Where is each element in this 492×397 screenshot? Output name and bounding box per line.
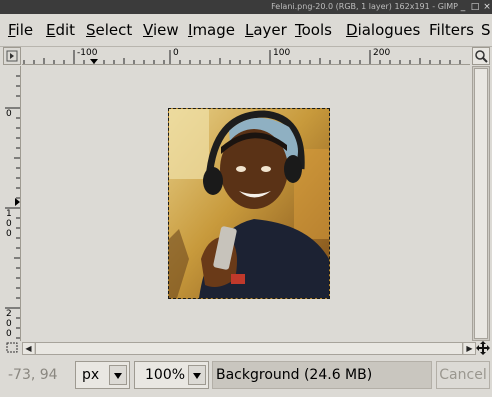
statusbar: -73, 94 px 100% Background (24.6 MB) Can…: [0, 357, 492, 397]
menu-mnemonic: T: [295, 21, 302, 39]
menu-label: ile: [15, 21, 34, 39]
ruler-label: 0: [6, 319, 12, 329]
menu-label: ayer: [253, 21, 287, 39]
maximize-button[interactable]: □: [470, 0, 480, 14]
ruler-ticks: [5, 75, 20, 339]
layer-info: Background (24.6 MB): [212, 361, 432, 389]
zoom-icon: [475, 50, 488, 63]
menu-mnemonic: V: [143, 21, 153, 39]
menu-edit[interactable]: Edit: [46, 21, 75, 39]
window-title: Felani.png-20.0 (RGB, 1 layer) 162x191 -…: [271, 2, 458, 11]
image-menu-button[interactable]: [3, 47, 21, 65]
ruler-label: 200: [373, 48, 391, 58]
menu-mnemonic: F: [8, 21, 16, 39]
zoom-value: 100%: [145, 367, 186, 383]
ruler-label: 0: [6, 219, 12, 229]
ruler-label: 2: [6, 309, 12, 319]
horizontal-scroll-thumb[interactable]: [35, 343, 463, 354]
vertical-scrollbar[interactable]: [472, 66, 490, 341]
vertical-scroll-thumb[interactable]: [474, 68, 488, 339]
menu-dialogues[interactable]: Dialogues: [346, 21, 420, 39]
menu-overflow[interactable]: S: [481, 21, 491, 39]
ruler-label: 100: [273, 48, 291, 58]
zoom-selector[interactable]: 100%: [134, 361, 209, 389]
menu-label: ialogues: [357, 21, 421, 39]
scroll-right-button[interactable]: ▶: [464, 343, 475, 354]
menu-label: iew: [152, 21, 179, 39]
menu-label: mage: [192, 21, 235, 39]
close-button[interactable]: ×: [482, 0, 492, 14]
navigate-button[interactable]: [476, 341, 490, 356]
portrait-photo: [169, 109, 329, 298]
menu-label: dit: [55, 21, 76, 39]
menu-file[interactable]: File: [8, 21, 33, 39]
layer-info-text: Background (24.6 MB): [216, 367, 373, 383]
menu-label: elect: [95, 21, 133, 39]
menu-arrow-icon: [6, 50, 18, 62]
ruler-label: 1: [6, 209, 12, 219]
menu-image[interactable]: Image: [188, 21, 235, 39]
menu-filters[interactable]: Filters: [429, 21, 474, 39]
menu-label: Filters: [429, 21, 474, 39]
horizontal-scrollbar[interactable]: ◀ ▶: [22, 342, 476, 355]
menu-label: S: [481, 21, 491, 39]
zoom-image-button[interactable]: [472, 47, 490, 65]
menubar: File Edit Select View Image Layer Tools …: [0, 14, 492, 47]
minimize-button[interactable]: _: [458, 0, 468, 14]
menu-label: ools: [301, 21, 332, 39]
unit-selector[interactable]: px: [75, 361, 130, 389]
navigate-icon: [476, 341, 490, 355]
ruler-label: 0: [6, 229, 12, 239]
chevron-down-icon[interactable]: [109, 365, 127, 385]
menu-mnemonic: D: [346, 21, 358, 39]
ruler-label: 0: [6, 109, 12, 119]
window-titlebar: Felani.png-20.0 (RGB, 1 layer) 162x191 -…: [0, 0, 492, 14]
menu-select[interactable]: Select: [86, 21, 132, 39]
quick-mask-icon: [6, 342, 18, 353]
image-layer[interactable]: [168, 108, 330, 299]
pointer-coordinates: -73, 94: [8, 367, 58, 383]
scroll-left-button[interactable]: ◀: [23, 343, 34, 354]
bottom-scroll-row: ◀ ▶: [3, 341, 490, 356]
quick-mask-toggle[interactable]: [3, 341, 21, 356]
cancel-button[interactable]: Cancel: [436, 361, 490, 389]
ruler-label: 0: [6, 329, 12, 339]
unit-value: px: [82, 367, 100, 383]
menu-tools[interactable]: Tools: [295, 21, 332, 39]
menu-mnemonic: S: [86, 21, 96, 39]
ruler-label: 0: [173, 48, 179, 58]
vertical-ruler[interactable]: 0 1 0 0 2 0 0: [3, 66, 21, 341]
horizontal-ruler[interactable]: -100 0 100 200: [22, 47, 470, 65]
chevron-down-icon[interactable]: [188, 365, 206, 385]
menu-layer[interactable]: Layer: [245, 21, 287, 39]
ruler-label: -100: [77, 48, 98, 58]
menu-view[interactable]: View: [143, 21, 179, 39]
